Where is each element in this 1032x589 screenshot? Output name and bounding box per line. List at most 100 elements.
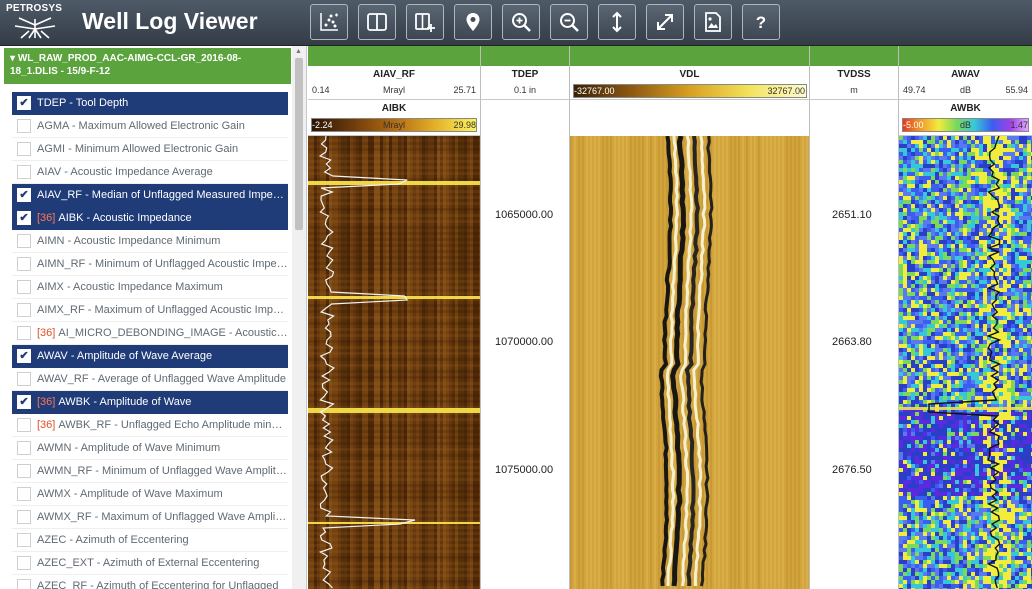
scroll-up-icon[interactable]: ▲ xyxy=(295,48,302,55)
curve-item[interactable]: ✔ AWAV - Amplitude of Wave Average xyxy=(12,345,288,368)
crossplot-icon xyxy=(320,13,338,31)
file-node[interactable]: ▾ WL_RAW_PROD_AAC-AIMG-CCL-GR_2016-08-18… xyxy=(4,48,291,84)
curve-checkbox[interactable]: ✔ xyxy=(17,441,31,455)
curve-checkbox[interactable]: ✔ xyxy=(17,349,31,363)
curve-item[interactable]: ✔ AIMN_RF - Minimum of Unflagged Acoustic… xyxy=(12,253,288,276)
curve-item[interactable]: ✔ AWMX_RF - Maximum of Unflagged Wave Amp… xyxy=(12,506,288,529)
track-tdep: TDEP 0.1 in 1065000.00 1070000.00 107500… xyxy=(481,46,570,589)
tdep-depth-track[interactable]: 1065000.00 1070000.00 1075000.00 xyxy=(481,136,569,589)
curve-item[interactable]: ✔ AGMA - Maximum Allowed Electronic Gain xyxy=(12,115,288,138)
curve-label: AWBK - Amplitude of Wave xyxy=(58,396,192,408)
curve-item[interactable]: ✔ AIAV_RF - Median of Unflagged Measured … xyxy=(12,184,288,207)
checkmark-icon: ✔ xyxy=(19,97,29,109)
track-awav-awbk: AWAV 49.74 dB 55.94 AWBK -5.00 dB 1.47 xyxy=(899,46,1032,589)
curve-item[interactable]: ✔ AZEC_RF - Azimuth of Eccentering for Un… xyxy=(12,575,288,589)
curve-checkbox[interactable]: ✔ xyxy=(17,234,31,248)
curve-item[interactable]: ✔ [36] AWBK - Amplitude of Wave xyxy=(12,391,288,414)
curve-checkbox[interactable]: ✔ xyxy=(17,326,31,340)
awav-max: 55.94 xyxy=(1005,85,1028,95)
curve-checkbox[interactable]: ✔ xyxy=(17,211,31,225)
curve-item[interactable]: ✔ [36]AWBK_RF - Unflagged Echo Amplitude … xyxy=(12,414,288,437)
tvdss-header[interactable]: TVDSS m xyxy=(810,66,898,100)
aibk-header[interactable]: AIBK -2.24 Mrayl 29.98 xyxy=(308,100,480,136)
curve-checkbox[interactable]: ✔ xyxy=(17,533,31,547)
track-tvdss: TVDSS m 2651.10 2663.80 2676.50 xyxy=(810,46,899,589)
curve-label: AIBK - Acoustic Impedance xyxy=(58,212,192,224)
sidebar-scrollbar[interactable]: ▲ xyxy=(292,46,306,589)
curve-checkbox[interactable]: ✔ xyxy=(17,280,31,294)
curve-checkbox[interactable]: ✔ xyxy=(17,96,31,110)
vertical-fit-button[interactable] xyxy=(598,4,636,40)
zoom-out-button[interactable] xyxy=(550,4,588,40)
curve-label: AWMN - Amplitude of Wave Minimum xyxy=(37,442,221,454)
curve-checkbox[interactable]: ✔ xyxy=(17,303,31,317)
vdl-header[interactable]: VDL -32767.00 32767.00 xyxy=(570,66,809,100)
curve-label: AWAV - Amplitude of Wave Average xyxy=(37,350,213,362)
help-button[interactable]: ? xyxy=(742,4,780,40)
curve-item[interactable]: ✔ [36]AI_MICRO_DEBONDING_IMAGE - Acoustic… xyxy=(12,322,288,345)
crossplot-button[interactable] xyxy=(310,4,348,40)
awbk-image[interactable] xyxy=(899,136,1032,589)
checkmark-icon: ✔ xyxy=(19,189,29,201)
tdep-header[interactable]: TDEP 0.1 in xyxy=(481,66,569,100)
curve-item[interactable]: ✔ AGMI - Minimum Allowed Electronic Gain xyxy=(12,138,288,161)
curve-checkbox[interactable]: ✔ xyxy=(17,188,31,202)
curve-item[interactable]: ✔ AIMX_RF - Maximum of Unflagged Acoustic… xyxy=(12,299,288,322)
curve-item[interactable]: ✔ AWMN - Amplitude of Wave Minimum xyxy=(12,437,288,460)
split-view-button[interactable] xyxy=(358,4,396,40)
curve-checkbox[interactable]: ✔ xyxy=(17,165,31,179)
vdl-image[interactable] xyxy=(570,136,809,589)
logo-mark-icon xyxy=(14,17,56,39)
curve-checkbox[interactable]: ✔ xyxy=(17,487,31,501)
curve-checkbox[interactable]: ✔ xyxy=(17,464,31,478)
curve-item[interactable]: ✔ AIMX - Acoustic Impedance Maximum xyxy=(12,276,288,299)
aibk-image[interactable] xyxy=(308,136,480,589)
checkmark-icon: ✔ xyxy=(19,350,29,362)
curve-checkbox[interactable]: ✔ xyxy=(17,579,31,589)
curve-item[interactable]: ✔ AIMN - Acoustic Impedance Minimum xyxy=(12,230,288,253)
curve-item[interactable]: ✔ AZEC_EXT - Azimuth of External Eccenter… xyxy=(12,552,288,575)
curve-checkbox[interactable]: ✔ xyxy=(17,119,31,133)
curve-item[interactable]: ✔ AWMX - Amplitude of Wave Maximum xyxy=(12,483,288,506)
curve-checkbox[interactable]: ✔ xyxy=(17,556,31,570)
vdl-min: -32767.00 xyxy=(574,86,615,96)
curve-item[interactable]: ✔ AZEC - Azimuth of Eccentering xyxy=(12,529,288,552)
awbk-image-svg xyxy=(899,136,1032,589)
track-aiav-aibk: AIAV_RF 0.14 Mrayl 25.71 AIBK -2.24 Mray… xyxy=(308,46,481,589)
curve-item[interactable]: ✔ AIAV - Acoustic Impedance Average xyxy=(12,161,288,184)
location-button[interactable] xyxy=(454,4,492,40)
tvdss-depth-label: 2676.50 xyxy=(832,464,872,476)
vdl-image-svg xyxy=(570,136,809,589)
checkmark-icon: ✔ xyxy=(19,396,29,408)
add-track-icon xyxy=(415,13,435,32)
curve-label: AGMA - Maximum Allowed Electronic Gain xyxy=(37,120,245,132)
tvdss-depth-label: 2663.80 xyxy=(832,336,872,348)
curve-item[interactable]: ✔ AWMN_RF - Minimum of Unflagged Wave Amp… xyxy=(12,460,288,483)
zoom-in-button[interactable] xyxy=(502,4,540,40)
tvdss-unit: m xyxy=(850,85,858,95)
curve-label: AWMX - Amplitude of Wave Maximum xyxy=(37,488,223,500)
awbk-header[interactable]: AWBK -5.00 dB 1.47 xyxy=(899,100,1032,136)
curve-item[interactable]: ✔ AWAV_RF - Average of Unflagged Wave Amp… xyxy=(12,368,288,391)
awav-header[interactable]: AWAV 49.74 dB 55.94 xyxy=(899,66,1032,100)
curve-label: AZEC - Azimuth of Eccentering xyxy=(37,534,189,546)
aiav-header[interactable]: AIAV_RF 0.14 Mrayl 25.71 xyxy=(308,66,480,100)
fullscreen-button[interactable] xyxy=(646,4,684,40)
curve-checkbox[interactable]: ✔ xyxy=(17,142,31,156)
scroll-thumb[interactable] xyxy=(295,58,303,230)
tvdss-depth-track[interactable]: 2651.10 2663.80 2676.50 xyxy=(810,136,898,589)
tdep-depth-label: 1070000.00 xyxy=(495,336,554,348)
vdl-name: VDL xyxy=(679,69,700,80)
curve-checkbox[interactable]: ✔ xyxy=(17,418,31,432)
export-image-button[interactable] xyxy=(694,4,732,40)
curve-label: AWMN_RF - Minimum of Unflagged Wave Ampl… xyxy=(37,465,288,477)
curve-checkbox[interactable]: ✔ xyxy=(17,257,31,271)
add-track-button[interactable] xyxy=(406,4,444,40)
aibk-name: AIBK xyxy=(381,103,407,114)
curve-checkbox[interactable]: ✔ xyxy=(17,372,31,386)
curve-checkbox[interactable]: ✔ xyxy=(17,395,31,409)
curve-item[interactable]: ✔ TDEP - Tool Depth xyxy=(12,92,288,115)
curve-label: AIMX - Acoustic Impedance Maximum xyxy=(37,281,223,293)
curve-item[interactable]: ✔ [36] AIBK - Acoustic Impedance xyxy=(12,207,288,230)
curve-checkbox[interactable]: ✔ xyxy=(17,510,31,524)
